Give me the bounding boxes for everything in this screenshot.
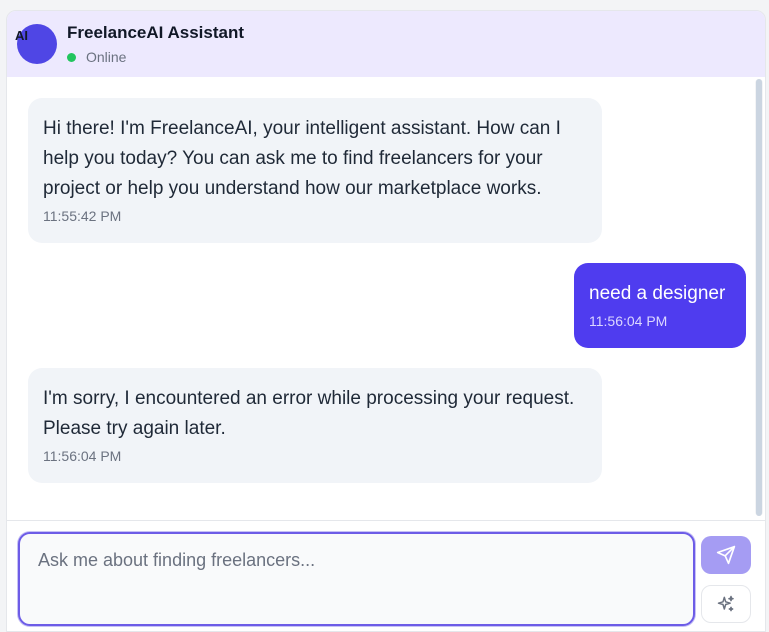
chat-window: AI FreelanceAI Assistant Online Hi there… <box>6 10 766 632</box>
status-row: Online <box>67 49 244 65</box>
message-timestamp: 11:55:42 PM <box>43 208 122 224</box>
message-scrollbar[interactable] <box>755 79 763 516</box>
message-list[interactable]: Hi there! I'm FreelanceAI, your intellig… <box>7 77 765 520</box>
scrollbar-thumb[interactable] <box>756 79 762 516</box>
message-timestamp: 11:56:04 PM <box>589 313 668 329</box>
chat-header: AI FreelanceAI Assistant Online <box>7 11 765 77</box>
message-text: need a designer <box>589 283 726 304</box>
composer-area <box>7 520 765 631</box>
send-icon <box>716 545 736 565</box>
assistant-message: I'm sorry, I encountered an error while … <box>28 368 602 483</box>
assistant-message: Hi there! I'm FreelanceAI, your intellig… <box>28 98 602 243</box>
send-button[interactable] <box>701 536 751 574</box>
user-message: need a designer 11:56:04 PM <box>574 263 746 348</box>
ai-suggest-button[interactable] <box>701 585 751 623</box>
message-text: I'm sorry, I encountered an error while … <box>43 388 575 439</box>
message-timestamp: 11:56:04 PM <box>43 448 122 464</box>
assistant-avatar: AI <box>15 24 57 64</box>
avatar-label: AI <box>15 28 28 43</box>
status-text: Online <box>86 49 127 65</box>
message-text: Hi there! I'm FreelanceAI, your intellig… <box>43 118 561 199</box>
chat-title: FreelanceAI Assistant <box>67 23 244 42</box>
header-info: FreelanceAI Assistant Online <box>67 23 244 65</box>
message-input[interactable] <box>18 532 695 626</box>
online-status-dot <box>67 52 76 62</box>
sparkles-icon <box>717 595 734 612</box>
